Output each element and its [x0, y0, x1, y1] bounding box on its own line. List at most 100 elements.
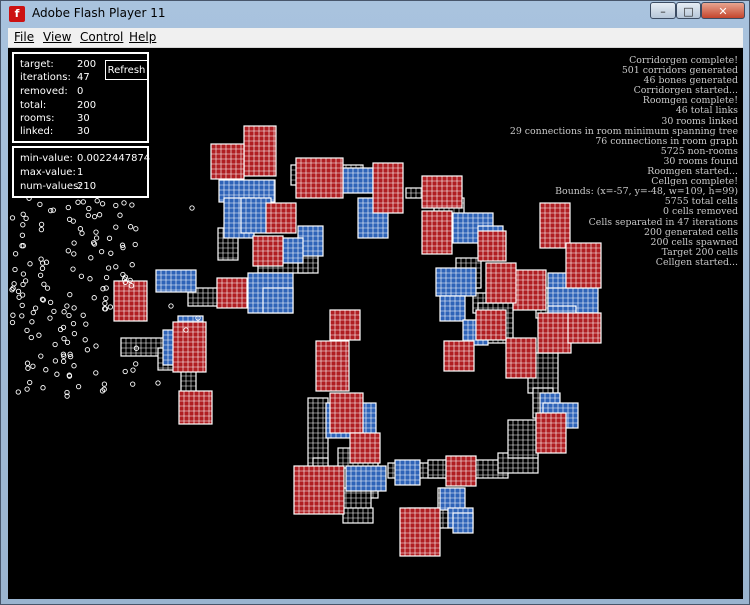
- room-cell: [421, 175, 463, 209]
- room-cell: [349, 432, 381, 464]
- unplaced-cell-marker: [106, 235, 113, 241]
- room-cell: [293, 465, 345, 515]
- unplaced-cell-marker: [96, 212, 103, 218]
- unplaced-cell-marker: [91, 241, 98, 247]
- unplaced-cell-marker: [85, 212, 91, 219]
- room-cell: [372, 162, 404, 214]
- unplaced-cell-marker: [94, 198, 100, 204]
- unplaced-cell-marker: [189, 205, 195, 211]
- unplaced-cell-marker: [40, 385, 46, 391]
- unplaced-cell-marker: [129, 202, 135, 208]
- link-cell: [345, 465, 387, 492]
- unplaced-cell-marker: [113, 264, 119, 270]
- room-cell: [295, 157, 344, 199]
- link-cell: [262, 287, 294, 314]
- value-label: max-value:: [20, 167, 76, 178]
- unplaced-cell-marker: [80, 312, 86, 318]
- unplaced-cell-marker: [113, 202, 119, 209]
- stat-label: iterations:: [20, 72, 71, 83]
- unplaced-cell-marker: [12, 251, 19, 257]
- maximize-button[interactable]: □: [676, 2, 701, 19]
- unplaced-cell-marker: [41, 281, 47, 287]
- unplaced-cell-marker: [133, 361, 139, 367]
- stat-label: linked:: [20, 126, 54, 137]
- unplaced-cell-marker: [44, 285, 51, 291]
- menu-file[interactable]: File: [14, 30, 34, 44]
- unplaced-cell-marker: [113, 224, 119, 230]
- unplaced-cell-marker: [71, 330, 78, 337]
- value-value: 1: [77, 167, 84, 178]
- unplaced-cell-marker: [23, 215, 29, 222]
- stat-value: 0: [77, 86, 84, 97]
- unplaced-cell-marker: [107, 304, 114, 310]
- log-line: Cellgen started...: [655, 256, 738, 268]
- value-label: num-values:: [20, 181, 82, 192]
- menu-control[interactable]: Control: [80, 30, 123, 44]
- unplaced-cell-marker: [103, 274, 110, 281]
- unplaced-cell-marker: [52, 358, 59, 364]
- unplaced-cell-marker: [19, 302, 25, 309]
- stat-value: 200: [77, 100, 97, 111]
- unplaced-cell-marker: [84, 347, 91, 353]
- unplaced-cell-marker: [127, 224, 134, 230]
- room-cell: [243, 125, 277, 177]
- unplaced-cell-marker: [32, 305, 39, 311]
- unplaced-cell-marker: [20, 222, 26, 228]
- unplaced-cell-marker: [11, 281, 17, 287]
- minimize-button[interactable]: –: [650, 2, 676, 19]
- unplaced-cell-marker: [77, 226, 84, 232]
- unplaced-cell-marker: [98, 248, 105, 255]
- menu-view[interactable]: View: [43, 30, 71, 44]
- unplaced-cell-marker: [93, 235, 100, 241]
- unplaced-cell-marker: [37, 201, 43, 208]
- unplaced-cell-marker: [101, 381, 108, 387]
- menu-bar: File View Control Help: [8, 28, 743, 48]
- unplaced-cell-marker: [27, 379, 33, 386]
- unplaced-cell-marker: [61, 335, 67, 342]
- room-cell: [210, 143, 245, 180]
- window-title: Adobe Flash Player 11: [32, 6, 166, 20]
- unplaced-cell-marker: [24, 386, 30, 392]
- room-cell: [475, 309, 507, 341]
- value-value: 0.0022447874: [77, 153, 151, 164]
- stat-value: 47: [77, 72, 90, 83]
- unplaced-cell-marker: [75, 383, 82, 390]
- unplaced-cell-marker: [16, 294, 22, 300]
- title-bar[interactable]: f Adobe Flash Player 11 – □ ✕: [1, 1, 749, 28]
- link-cell: [342, 167, 374, 194]
- link-cell: [435, 267, 477, 297]
- link-cell: [394, 459, 421, 486]
- unplaced-cell-marker: [93, 370, 99, 376]
- unplaced-cell-marker: [80, 199, 86, 205]
- unplaced-cell-marker: [67, 291, 73, 298]
- refresh-button[interactable]: Refresh: [105, 60, 148, 80]
- flash-stage[interactable]: target: 200 iterations: 47 removed: 0 to…: [8, 48, 743, 599]
- unplaced-cell-marker: [103, 295, 109, 302]
- unplaced-cell-marker: [60, 358, 67, 365]
- unplaced-cell-marker: [121, 200, 127, 206]
- room-cell: [421, 210, 453, 255]
- menu-help[interactable]: Help: [129, 30, 156, 44]
- unplaced-cell-marker: [99, 201, 106, 207]
- unplaced-cell-marker: [82, 337, 88, 343]
- stat-label: removed:: [20, 86, 68, 97]
- link-cell: [439, 487, 466, 511]
- link-cell: [282, 237, 304, 264]
- unplaced-cell-marker: [65, 248, 71, 254]
- link-cell: [452, 512, 474, 534]
- unplaced-cell-marker: [79, 230, 85, 236]
- unplaced-cell-marker: [19, 232, 26, 238]
- unplaced-cell-marker: [9, 215, 16, 221]
- room-cell: [216, 277, 248, 309]
- unplaced-cell-marker: [15, 389, 21, 395]
- corridor-cell: [507, 419, 539, 459]
- close-button[interactable]: ✕: [701, 2, 745, 19]
- link-cell: [439, 295, 466, 322]
- unplaced-cell-marker: [130, 367, 136, 373]
- unplaced-cell-marker: [83, 321, 89, 327]
- unplaced-cell-marker: [15, 288, 22, 295]
- unplaced-cell-marker: [120, 271, 126, 278]
- value-label: min-value:: [20, 153, 73, 164]
- flash-player-window: f Adobe Flash Player 11 – □ ✕ File View …: [0, 0, 750, 605]
- unplaced-cell-marker: [71, 305, 77, 311]
